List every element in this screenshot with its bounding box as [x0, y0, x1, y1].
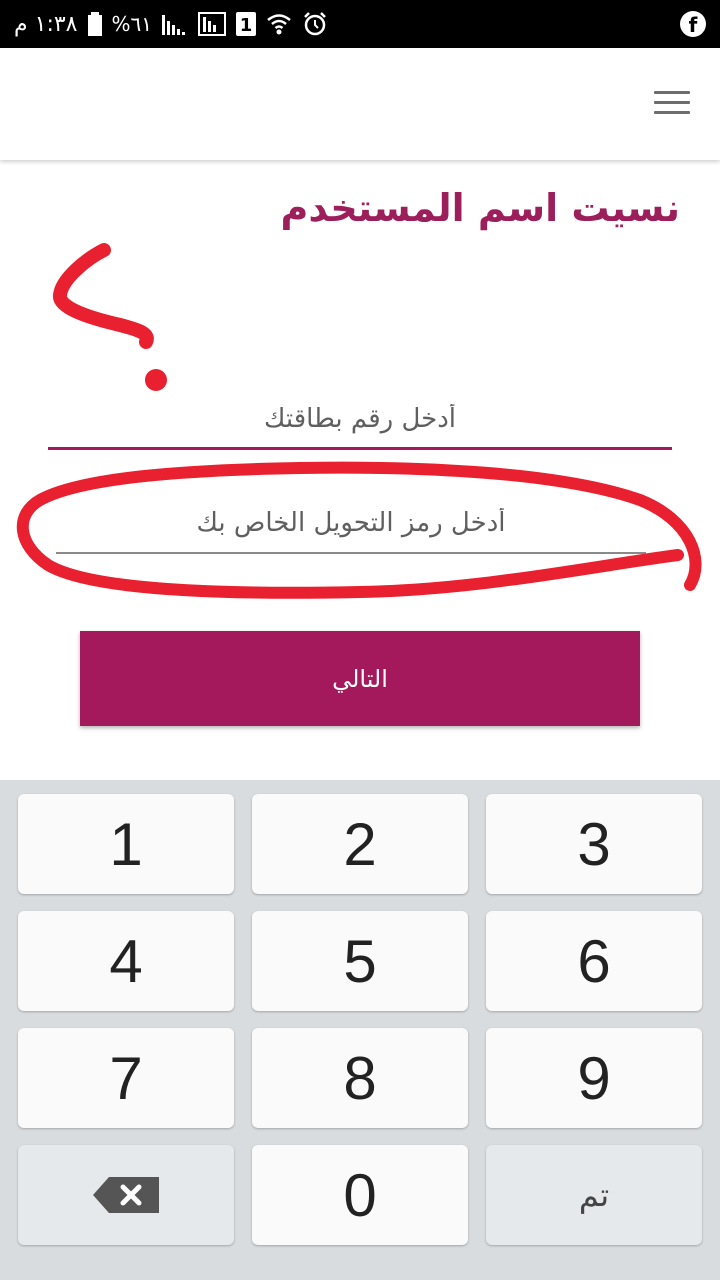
- card-number-field[interactable]: [48, 390, 672, 450]
- key-5[interactable]: 5: [252, 911, 468, 1011]
- signal-icon: [162, 13, 188, 35]
- sim-icon: 1: [236, 12, 256, 36]
- status-bar: ١:٣٨ م %٦١ 1 f: [0, 0, 720, 48]
- facebook-notification-icon: f: [680, 11, 706, 37]
- backspace-icon: [93, 1177, 159, 1213]
- key-4[interactable]: 4: [18, 911, 234, 1011]
- alarm-icon: [302, 11, 328, 37]
- numeric-keyboard: 1 2 3 4 5 6 7 8 9 0 تم: [0, 780, 720, 1280]
- page-title: نسيت اسم المستخدم: [280, 186, 680, 230]
- next-button[interactable]: التالي: [80, 631, 640, 726]
- card-number-input[interactable]: [48, 390, 672, 447]
- done-key[interactable]: تم: [486, 1145, 702, 1245]
- key-2[interactable]: 2: [252, 794, 468, 894]
- key-6[interactable]: 6: [486, 911, 702, 1011]
- annotation-question-mark-stroke: [53, 243, 154, 349]
- svg-text:1: 1: [240, 15, 253, 36]
- signal-box-icon: [198, 12, 226, 36]
- key-0[interactable]: 0: [252, 1145, 468, 1245]
- status-time: ١:٣٨ م: [14, 11, 78, 37]
- annotation-question-mark-dot: [145, 369, 167, 391]
- battery-percent: %٦١: [111, 12, 153, 36]
- app-header: [0, 48, 720, 160]
- transfer-code-input[interactable]: [56, 494, 646, 552]
- key-8[interactable]: 8: [252, 1028, 468, 1128]
- hamburger-menu-icon[interactable]: [652, 88, 692, 118]
- transfer-code-field[interactable]: [56, 494, 646, 554]
- status-left-group: ١:٣٨ م %٦١ 1: [14, 8, 328, 40]
- key-3[interactable]: 3: [486, 794, 702, 894]
- key-9[interactable]: 9: [486, 1028, 702, 1128]
- key-7[interactable]: 7: [18, 1028, 234, 1128]
- backspace-key[interactable]: [18, 1145, 234, 1245]
- key-1[interactable]: 1: [18, 794, 234, 894]
- battery-icon: [87, 12, 102, 36]
- wifi-icon: [266, 12, 292, 36]
